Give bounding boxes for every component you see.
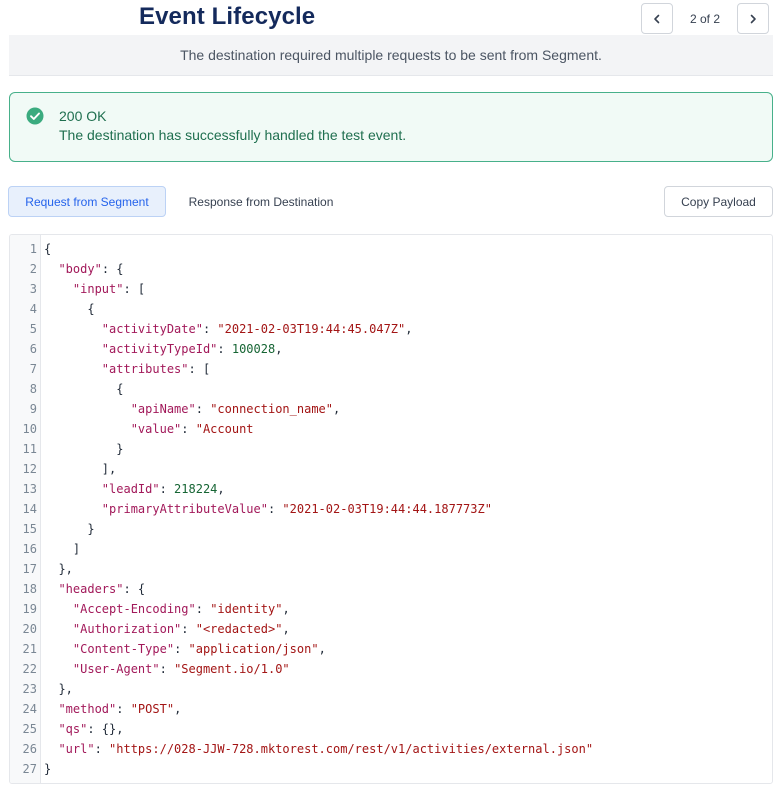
code-text: "leadId": 218224, <box>101 482 225 496</box>
code-text: }, <box>44 682 73 696</box>
chevron-left-icon <box>654 14 660 23</box>
line-number: 6 <box>29 342 37 356</box>
previous-page-button[interactable] <box>641 3 673 34</box>
code-text: "Accept-Encoding": "identity", <box>72 602 290 616</box>
line-number: 10 <box>22 422 37 436</box>
code-text: } <box>44 442 124 456</box>
line-number: 22 <box>22 662 37 676</box>
code-text: "attributes": [ <box>101 362 211 376</box>
line-number: 9 <box>29 402 37 416</box>
line-number: 19 <box>22 602 37 616</box>
line-number: 17 <box>22 562 37 576</box>
tab-request-from-segment[interactable]: Request from Segment <box>8 186 166 217</box>
line-number: 5 <box>29 322 37 336</box>
next-page-button[interactable] <box>737 3 769 34</box>
line-number: 2 <box>29 262 37 276</box>
success-alert: 200 OK The destination has successfully … <box>9 92 773 162</box>
line-number: 14 <box>22 502 37 516</box>
code-text: } <box>44 522 95 536</box>
line-number: 1 <box>29 242 37 256</box>
code-text: "body": { <box>58 262 124 276</box>
code-text: "value": "Account <box>130 422 254 436</box>
line-number: 8 <box>29 382 37 396</box>
line-number: 4 <box>29 302 37 316</box>
code-text: "method": "POST", <box>58 702 182 716</box>
line-number: 23 <box>22 682 37 696</box>
alert-message: The destination has successfully handled… <box>59 127 407 143</box>
code-text: { <box>44 382 124 396</box>
code-text: "url": "https://028-JJW-728.mktorest.com… <box>58 742 594 756</box>
line-number: 21 <box>22 642 37 656</box>
line-number: 15 <box>22 522 37 536</box>
tab-response-from-destination[interactable]: Response from Destination <box>172 186 350 217</box>
line-number: 27 <box>22 762 37 776</box>
line-number: 20 <box>22 622 37 636</box>
code-text: "primaryAttributeValue": "2021-02-03T19:… <box>101 502 492 516</box>
check-circle-icon <box>26 107 44 125</box>
page-title: Event Lifecycle <box>139 3 316 30</box>
line-number: 3 <box>29 282 37 296</box>
code-text: "activityTypeId": 100028, <box>101 342 283 356</box>
copy-payload-button[interactable]: Copy Payload <box>664 186 773 217</box>
chevron-right-icon <box>750 14 756 23</box>
code-text: "activityDate": "2021-02-03T19:44:45.047… <box>101 322 413 336</box>
code-text: ], <box>44 462 117 476</box>
line-number: 25 <box>22 722 37 736</box>
line-number: 12 <box>22 462 37 476</box>
line-number: 24 <box>22 702 37 716</box>
line-number: 7 <box>29 362 37 376</box>
code-text: { <box>44 242 52 256</box>
code-text: "Content-Type": "application/json", <box>72 642 326 656</box>
alert-status: 200 OK <box>59 108 107 124</box>
pager-indicator: 2 of 2 <box>689 12 721 26</box>
code-text: }, <box>44 562 73 576</box>
code-text: "apiName": "connection_name", <box>130 402 341 416</box>
code-text: { <box>44 302 95 316</box>
code-text: "User-Agent": "Segment.io/1.0" <box>72 662 290 676</box>
line-number: 18 <box>22 582 37 596</box>
line-number: 16 <box>22 542 37 556</box>
code-text: ] <box>44 542 81 556</box>
code-text: } <box>44 762 52 776</box>
info-banner: The destination required multiple reques… <box>9 35 773 76</box>
line-number: 13 <box>22 482 37 496</box>
code-viewer[interactable]: 1 {2 "body": { 3 "input": [ 4 {5 "activityD… <box>9 234 773 784</box>
banner-text: The destination required multiple reques… <box>180 47 602 63</box>
line-number: 11 <box>22 442 37 456</box>
code-text: "qs": {}, <box>58 722 124 736</box>
code-text: "headers": { <box>58 582 146 596</box>
code-text: "Authorization": "<redacted>", <box>72 622 290 636</box>
line-number: 26 <box>22 742 37 756</box>
code-text: "input": [ <box>72 282 146 296</box>
